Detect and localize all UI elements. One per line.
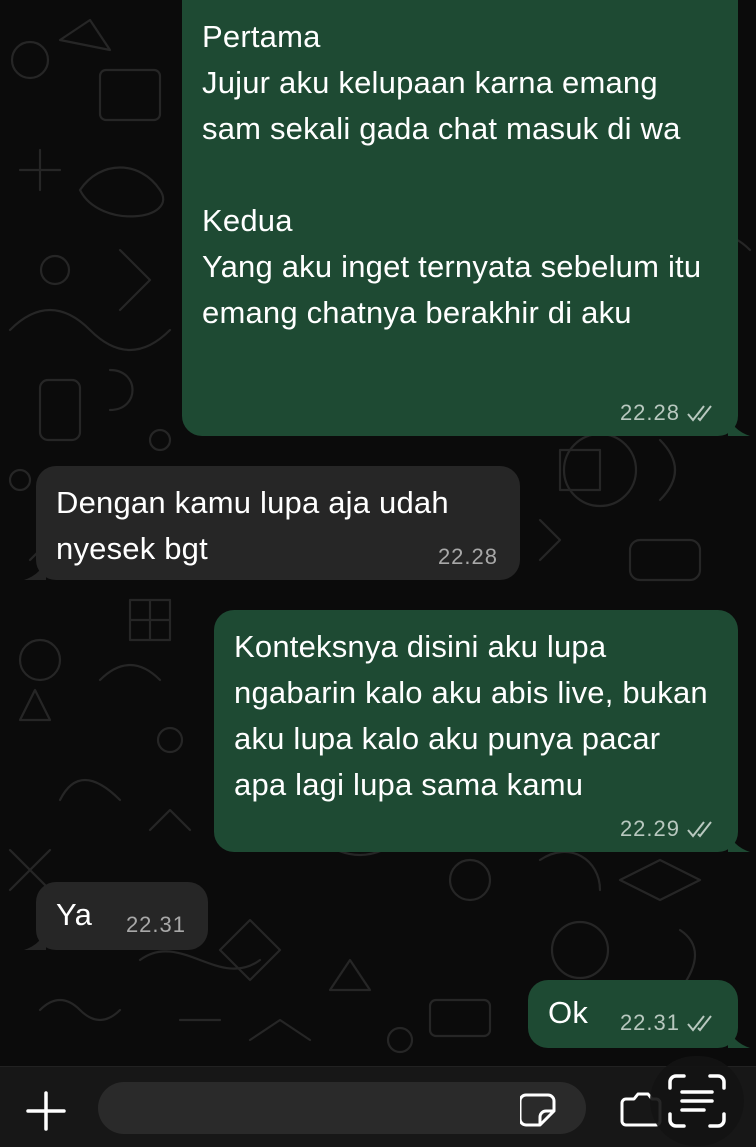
message-composer (0, 1066, 756, 1147)
text-scan-button[interactable] (650, 1056, 744, 1146)
chat-area: Pertama Jujur aku kelupaan karna emang s… (0, 0, 756, 1066)
message-meta: 22.28 (438, 544, 498, 570)
double-check-icon (687, 821, 712, 838)
message-meta: 22.31 (126, 912, 186, 938)
message-bubble-outgoing[interactable]: Pertama Jujur aku kelupaan karna emang s… (182, 0, 750, 436)
message-time: 22.28 (619, 400, 680, 425)
message-time: 22.31 (125, 912, 186, 937)
sticker-icon[interactable] (520, 1091, 560, 1127)
message-meta: 22.28 (620, 400, 716, 426)
message-bubble-outgoing[interactable]: Ok 22.31 (528, 980, 750, 1048)
message-text: Konteksnya disini aku lupa ngabarin kalo… (234, 629, 708, 802)
bubble-tail (728, 414, 750, 436)
bubble-tail (24, 558, 46, 580)
bubble-tail (24, 928, 46, 950)
message-text: Dengan kamu lupa aja udah nyesek bgt (56, 485, 449, 566)
bubble-tail (728, 1026, 750, 1048)
text-scan-icon (668, 1074, 726, 1128)
plus-icon[interactable] (24, 1089, 68, 1133)
message-time: 22.29 (619, 816, 680, 841)
message-time: 22.31 (619, 1010, 680, 1035)
bubble-tail (728, 830, 750, 852)
message-bubble-outgoing[interactable]: Konteksnya disini aku lupa ngabarin kalo… (214, 610, 750, 852)
message-input[interactable] (98, 1082, 586, 1134)
double-check-icon (687, 405, 712, 422)
message-text: Pertama Jujur aku kelupaan karna emang s… (202, 19, 702, 330)
message-time: 22.28 (437, 544, 498, 569)
message-bubble-incoming[interactable]: Ya 22.31 (24, 882, 208, 950)
message-meta: 22.29 (620, 816, 716, 842)
double-check-icon (687, 1015, 712, 1032)
message-meta: 22.31 (620, 1010, 716, 1036)
message-bubble-incoming[interactable]: Dengan kamu lupa aja udah nyesek bgt 22.… (24, 466, 520, 580)
